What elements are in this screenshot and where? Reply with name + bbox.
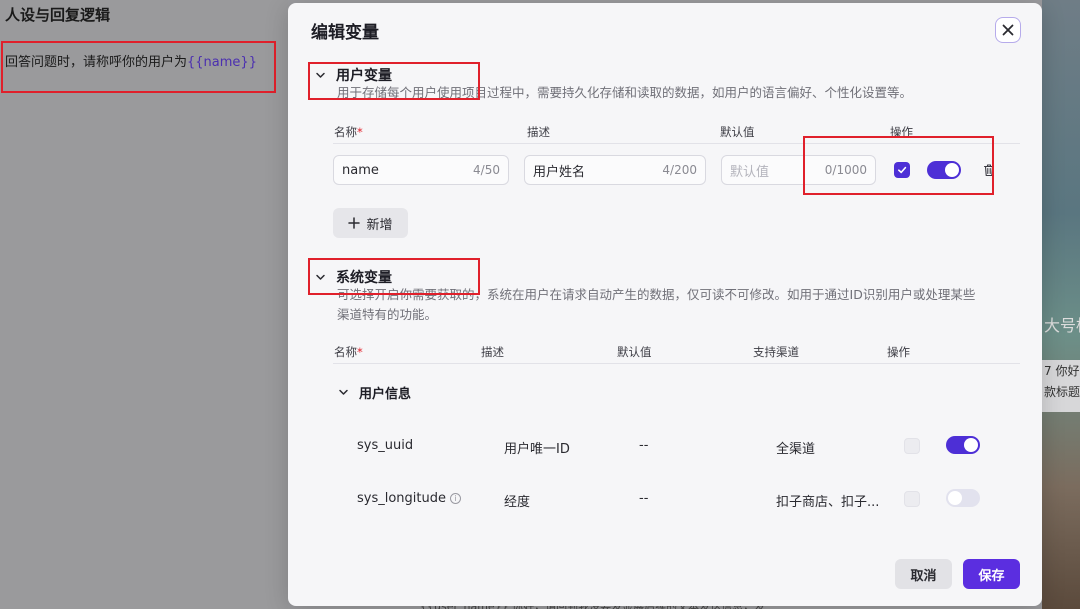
column-description: 描述 xyxy=(481,345,504,359)
save-button[interactable]: 保存 xyxy=(963,559,1020,589)
system-variable-toggle[interactable] xyxy=(946,489,980,507)
column-name: 名称* xyxy=(334,345,363,359)
close-button[interactable] xyxy=(995,17,1021,43)
system-variable-name: sys_uuid xyxy=(357,438,414,453)
plus-icon xyxy=(348,217,361,229)
persona-title: 人设与回复逻辑 xyxy=(5,6,111,24)
preview-card-line: 7 你好 xyxy=(1044,364,1080,378)
system-variable-toggle[interactable] xyxy=(946,436,980,454)
system-variable-checkbox xyxy=(904,438,920,454)
system-variable-channel: 全渠道 xyxy=(776,442,816,457)
column-default: 默认值 xyxy=(720,125,755,139)
highlight-box xyxy=(308,258,480,295)
add-variable-button[interactable]: 新增 xyxy=(333,208,408,238)
user-info-group-header[interactable]: 用户信息 xyxy=(338,383,411,402)
column-default: 默认值 xyxy=(617,345,652,359)
info-icon[interactable]: i xyxy=(450,493,461,504)
preview-card-line: 款标题 xyxy=(1044,385,1080,399)
char-counter: 4/50 xyxy=(473,163,500,177)
system-variable-default: -- xyxy=(639,491,649,506)
system-variable-default: -- xyxy=(639,438,649,453)
system-variable-description: 用户唯一ID xyxy=(504,442,570,457)
char-counter: 4/200 xyxy=(662,163,697,177)
user-info-group-title: 用户信息 xyxy=(359,387,412,402)
table-header-divider xyxy=(333,363,1020,364)
column-description: 描述 xyxy=(527,125,550,139)
column-action: 操作 xyxy=(887,345,910,359)
variable-description-input[interactable]: 用户姓名 4/200 xyxy=(524,155,706,185)
highlight-box xyxy=(308,62,480,100)
preview-text: 大号标 xyxy=(1044,316,1080,335)
close-icon xyxy=(1002,24,1014,36)
variable-name-input[interactable]: name 4/50 xyxy=(333,155,509,185)
column-channel: 支持渠道 xyxy=(753,345,799,359)
system-variable-channel: 扣子商店、扣子... xyxy=(776,495,880,510)
dialog-title: 编辑变量 xyxy=(311,23,379,43)
system-variable-checkbox xyxy=(904,491,920,507)
system-variable-description: 经度 xyxy=(504,495,531,510)
column-name: 名称* xyxy=(334,125,363,139)
system-variable-name: sys_longitude i xyxy=(357,491,461,506)
highlight-box xyxy=(803,136,994,195)
preview-image xyxy=(1042,0,1080,609)
chevron-down-icon xyxy=(338,387,349,398)
highlight-box xyxy=(1,41,276,93)
cancel-button[interactable]: 取消 xyxy=(895,559,952,589)
